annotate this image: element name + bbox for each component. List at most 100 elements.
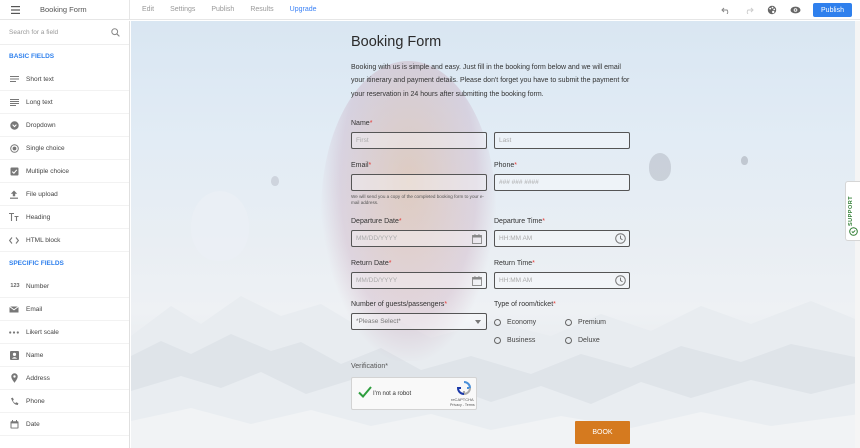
long-text-icon <box>9 97 19 107</box>
name-label: Name* <box>351 120 373 127</box>
field-single-choice[interactable]: Single choice <box>0 137 129 160</box>
first-name-input[interactable]: First <box>351 132 487 149</box>
tab-settings[interactable]: Settings <box>170 6 195 13</box>
short-text-icon <box>9 74 19 84</box>
field-date[interactable]: Date <box>0 413 129 436</box>
guests-label: Number of guests/passengers* <box>351 301 448 308</box>
field-heading[interactable]: Heading <box>0 206 129 229</box>
support-label: SUPPORT <box>848 195 854 226</box>
checkbox-icon <box>9 166 19 176</box>
return-date-input[interactable]: MM/DD/YYYY <box>351 272 487 289</box>
field-address[interactable]: Address <box>0 367 129 390</box>
field-search[interactable]: Search for a field <box>0 21 129 45</box>
balloon-left <box>191 191 249 261</box>
clock-icon[interactable] <box>615 275 626 286</box>
form-title: Booking Form <box>351 34 442 50</box>
radio-button[interactable] <box>565 337 572 344</box>
room-option-premium[interactable]: Premium <box>565 319 606 326</box>
tab-upgrade[interactable]: Upgrade <box>290 6 317 13</box>
field-phone[interactable]: Phone <box>0 390 129 413</box>
palette-icon[interactable] <box>763 0 781 20</box>
field-name[interactable]: Name <box>0 344 129 367</box>
tab-edit[interactable]: Edit <box>142 6 154 13</box>
booking-form: Booking Form Booking with us is simple a… <box>351 31 641 101</box>
top-actions: Publish <box>717 0 860 20</box>
verification-label: Verification* <box>351 363 388 370</box>
return-time-input[interactable]: HH:MM AM <box>494 272 630 289</box>
captcha-brand: reCAPTCHA <box>451 397 474 402</box>
captcha-checkmark-icon[interactable] <box>358 386 372 398</box>
field-html-block[interactable]: HTML block <box>0 229 129 252</box>
radio-button[interactable] <box>494 319 501 326</box>
support-chat-icon <box>849 227 858 236</box>
chevron-down-icon <box>475 320 481 324</box>
specific-fields-heading: SPECIFIC FIELDS <box>9 260 64 267</box>
heading-icon <box>9 212 19 222</box>
top-bar: Booking Form Edit Settings Publish Resul… <box>0 0 860 20</box>
calendar-icon[interactable] <box>472 234 482 244</box>
basic-fields-heading: BASIC FIELDS <box>9 53 55 60</box>
person-card-icon <box>9 350 19 360</box>
app-title: Booking Form <box>30 0 130 20</box>
room-option-economy[interactable]: Economy <box>494 319 536 326</box>
departure-date-input[interactable]: MM/DD/YYYY <box>351 230 487 247</box>
balloon-small <box>649 153 671 181</box>
return-date-label: Return Date* <box>351 260 392 267</box>
calendar-icon[interactable] <box>472 276 482 286</box>
field-dropdown[interactable]: Dropdown <box>0 114 129 137</box>
field-multiple-choice[interactable]: Multiple choice <box>0 160 129 183</box>
radio-icon <box>9 143 19 153</box>
phone-icon <box>9 396 19 406</box>
captcha-links[interactable]: Privacy - Terms <box>450 403 475 407</box>
balloon-tiny <box>741 156 748 165</box>
email-input[interactable] <box>351 174 487 191</box>
field-file-upload[interactable]: File upload <box>0 183 129 206</box>
field-likert-scale[interactable]: Likert scale <box>0 321 129 344</box>
return-time-label: Return Time* <box>494 260 535 267</box>
field-long-text[interactable]: Long text <box>0 91 129 114</box>
guests-select[interactable]: *Please Select* <box>351 313 487 330</box>
number-icon: 123 <box>10 283 20 289</box>
recaptcha-logo-icon <box>457 381 471 395</box>
book-button[interactable]: BOOK <box>575 421 630 444</box>
field-sidebar: Search for a field BASIC FIELDS Short te… <box>0 21 130 448</box>
publish-button[interactable]: Publish <box>813 3 852 17</box>
field-number[interactable]: 123 Number <box>0 275 129 298</box>
field-email[interactable]: Email <box>0 298 129 321</box>
clock-icon[interactable] <box>615 233 626 244</box>
balloon-tiny-2 <box>271 176 279 186</box>
room-option-deluxe[interactable]: Deluxe <box>565 337 600 344</box>
search-placeholder[interactable]: Search for a field <box>9 29 58 36</box>
location-pin-icon <box>9 373 19 383</box>
form-description: Booking with us is simple and easy. Just… <box>351 64 630 98</box>
last-name-input[interactable]: Last <box>494 132 630 149</box>
preview-eye-icon[interactable] <box>786 0 804 20</box>
recaptcha-widget: I'm not a robot reCAPTCHA Privacy - Term… <box>351 377 477 410</box>
phone-input[interactable]: ### ### #### <box>494 174 630 191</box>
support-tab[interactable]: SUPPORT <box>845 181 860 241</box>
phone-label: Phone* <box>494 162 517 169</box>
dropdown-icon <box>9 120 19 130</box>
top-nav: Edit Settings Publish Results Upgrade <box>130 0 333 20</box>
tab-publish[interactable]: Publish <box>211 6 234 13</box>
captcha-text: I'm not a robot <box>373 391 412 397</box>
redo-icon[interactable] <box>740 0 758 20</box>
departure-date-label: Departure Date* <box>351 218 402 225</box>
departure-time-label: Departure Time* <box>494 218 545 225</box>
room-option-business[interactable]: Business <box>494 337 535 344</box>
likert-dots-icon <box>9 327 19 337</box>
departure-time-input[interactable]: HH:MM AM <box>494 230 630 247</box>
hamburger-menu-icon[interactable] <box>0 0 30 20</box>
tab-results[interactable]: Results <box>250 6 273 13</box>
radio-button[interactable] <box>494 337 501 344</box>
search-icon <box>111 28 120 37</box>
calendar-icon <box>9 419 19 429</box>
radio-button[interactable] <box>565 319 572 326</box>
email-icon <box>9 304 19 314</box>
room-label: Type of room/ticket* <box>494 301 556 308</box>
code-icon <box>9 235 19 245</box>
field-short-text[interactable]: Short text <box>0 68 129 91</box>
undo-icon[interactable] <box>717 0 735 20</box>
form-canvas: Booking Form Booking with us is simple a… <box>131 21 860 448</box>
email-hint: We will send you a copy of the completed… <box>351 194 484 205</box>
